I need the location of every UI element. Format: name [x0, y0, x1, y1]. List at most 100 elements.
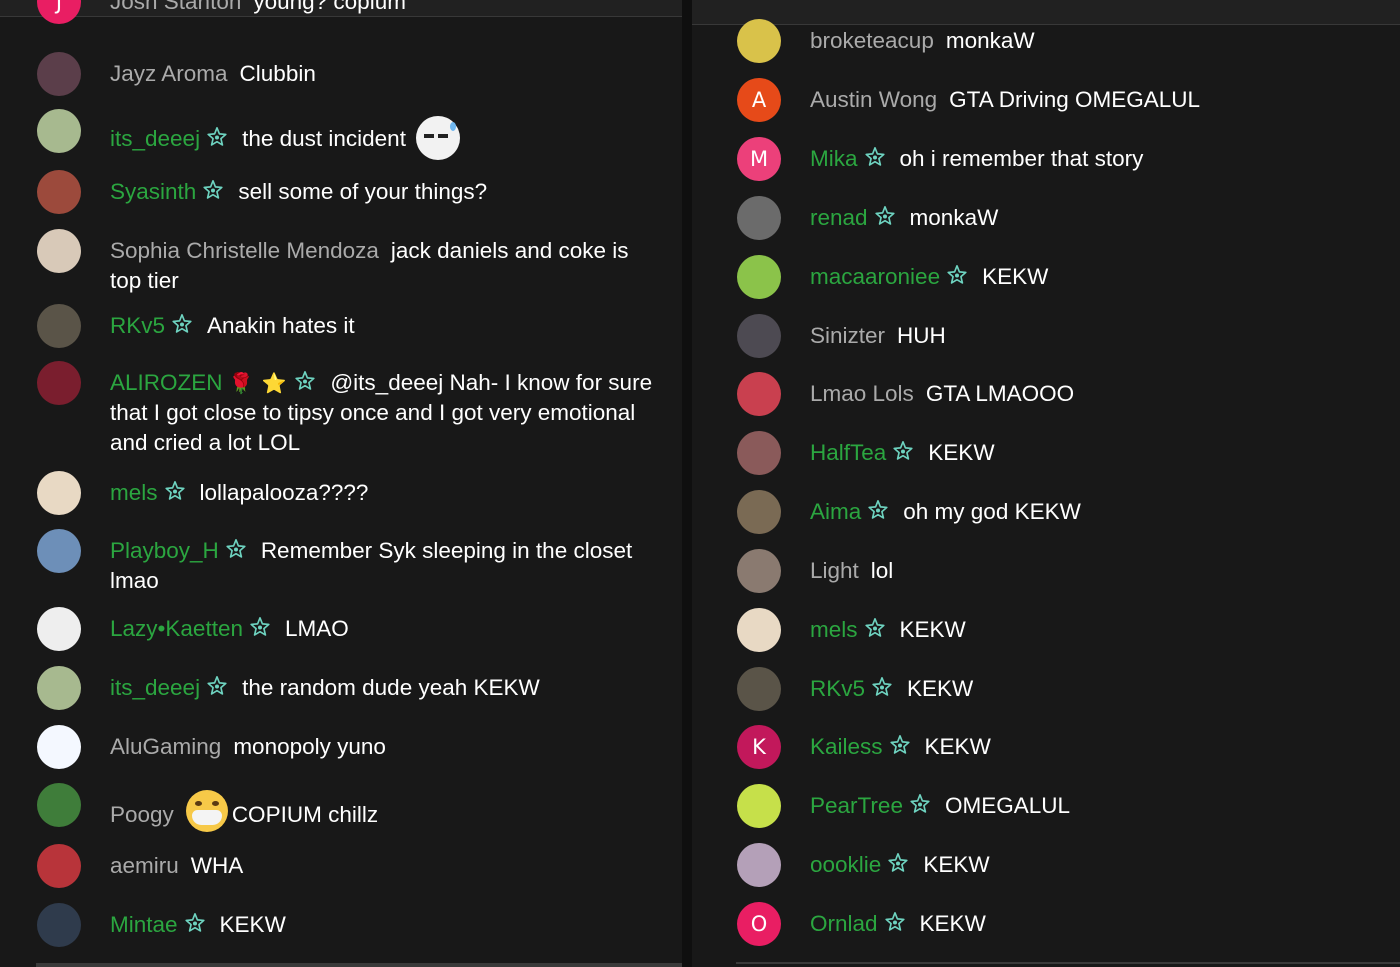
message-text: COPIUM chillz: [231, 802, 379, 827]
author-name[interactable]: Mintae: [110, 912, 178, 937]
chat-message: Poogy COPIUM chillz: [37, 783, 672, 832]
avatar[interactable]: [37, 471, 81, 515]
avatar[interactable]: [737, 314, 781, 358]
message-text: HUH: [897, 323, 946, 348]
message-content: Mika oh i remember that story: [810, 137, 1143, 174]
avatar[interactable]: [37, 903, 81, 947]
chat-scroll-divider: [36, 963, 682, 967]
author-name[interactable]: its_deeej: [110, 675, 200, 700]
avatar[interactable]: [37, 666, 81, 710]
avatar[interactable]: [37, 529, 81, 573]
avatar[interactable]: [737, 19, 781, 63]
author-name[interactable]: RKv5: [110, 313, 165, 338]
message-text: Anakin hates it: [207, 313, 355, 338]
author-name[interactable]: Playboy_H: [110, 538, 219, 563]
author-name[interactable]: Poogy: [110, 802, 174, 827]
member-badge-icon: [864, 147, 885, 166]
avatar[interactable]: [37, 229, 81, 273]
avatar[interactable]: [737, 549, 781, 593]
member-badge-icon: [207, 127, 227, 146]
message-text: sell some of your things?: [238, 179, 488, 204]
author-name[interactable]: renad: [810, 205, 868, 230]
avatar[interactable]: J: [37, 0, 81, 24]
member-badge-icon: [884, 912, 905, 931]
message-content: Kailess KEKW: [810, 725, 991, 762]
author-name[interactable]: Ornlad: [810, 911, 878, 936]
avatar[interactable]: [737, 255, 781, 299]
chat-message: macaaroniee KEKW: [737, 255, 1387, 299]
avatar[interactable]: [737, 784, 781, 828]
author-name[interactable]: RKv5: [810, 676, 865, 701]
right-chat-panel: broketeacup monkaW A Austin Wong GTA Driving…: [692, 0, 1400, 967]
author-name[interactable]: HalfTea: [810, 440, 886, 465]
message-text: KEKW: [924, 734, 991, 759]
author-name[interactable]: mels: [810, 617, 858, 642]
message-text: GTA LMAOOO: [925, 381, 1075, 406]
author-name[interactable]: Lazy•Kaetten: [110, 616, 243, 641]
avatar[interactable]: [737, 431, 781, 475]
member-badge-icon: [184, 913, 205, 932]
avatar[interactable]: [37, 725, 81, 769]
author-name[interactable]: AluGaming: [110, 734, 221, 759]
avatar[interactable]: [737, 843, 781, 887]
message-text: GTA Driving OMEGALUL: [949, 87, 1201, 112]
chat-message: M Mika oh i remember that story: [737, 137, 1387, 181]
avatar[interactable]: K: [737, 725, 781, 769]
author-name[interactable]: Kailess: [810, 734, 883, 759]
message-text: KEKW: [919, 911, 986, 936]
author-name[interactable]: PearTree: [810, 793, 903, 818]
chat-message: ALIROZEN 🌹 ⭐ @its_deeej Nah- I know for sur…: [37, 361, 672, 458]
chat-message: HalfTea KEKW: [737, 431, 1387, 475]
message-content: broketeacup monkaW: [810, 19, 1035, 56]
avatar[interactable]: [37, 783, 81, 827]
message-text: monopoly yuno: [233, 734, 386, 759]
author-name[interactable]: Sinizter: [810, 323, 885, 348]
author-name[interactable]: ALIROZEN: [110, 370, 223, 395]
avatar[interactable]: [37, 52, 81, 96]
author-name[interactable]: aemiru: [110, 853, 179, 878]
message-content: Poogy COPIUM chillz: [110, 783, 378, 832]
member-badge-icon: [226, 539, 246, 558]
avatar[interactable]: M: [737, 137, 781, 181]
chat-message: J Josh Stanton young? copium: [37, 0, 672, 24]
chat-message: O Ornlad KEKW: [737, 902, 1387, 946]
avatar[interactable]: [737, 667, 781, 711]
author-name[interactable]: mels: [110, 480, 158, 505]
avatar[interactable]: [737, 608, 781, 652]
author-name[interactable]: Jayz Aroma: [110, 61, 228, 86]
avatar[interactable]: O: [737, 902, 781, 946]
avatar[interactable]: A: [737, 78, 781, 122]
message-content: Lazy•Kaetten LMAO: [110, 607, 349, 644]
message-content: RKv5 KEKW: [810, 667, 973, 704]
message-content: PearTree OMEGALUL: [810, 784, 1070, 821]
author-name[interactable]: Austin Wong: [810, 87, 937, 112]
message-content: its_deeej the dust incident: [110, 109, 460, 160]
author-name[interactable]: Syasinth: [110, 179, 196, 204]
avatar[interactable]: [37, 304, 81, 348]
avatar[interactable]: [37, 607, 81, 651]
author-name[interactable]: Aima: [810, 499, 861, 524]
author-name[interactable]: Josh Stanton: [110, 0, 241, 14]
avatar[interactable]: [37, 109, 81, 153]
avatar[interactable]: [737, 372, 781, 416]
chat-scroll-divider: [736, 962, 1400, 964]
message-text: OMEGALUL: [944, 793, 1071, 818]
author-name[interactable]: broketeacup: [810, 28, 934, 53]
avatar[interactable]: [37, 361, 81, 405]
author-name[interactable]: Sophia Christelle Mendoza: [110, 238, 379, 263]
author-name[interactable]: oooklie: [810, 852, 881, 877]
author-name[interactable]: macaaroniee: [810, 264, 940, 289]
author-name[interactable]: Lmao Lols: [810, 381, 914, 406]
author-name[interactable]: Light: [810, 558, 859, 583]
author-name[interactable]: Mika: [810, 146, 858, 171]
panel-divider: [682, 0, 692, 967]
avatar[interactable]: [737, 490, 781, 534]
left-chat-panel: J Josh Stanton young? copium Jayz Aroma Club…: [0, 0, 682, 967]
member-badge-icon: [207, 676, 227, 695]
author-name[interactable]: its_deeej: [110, 126, 200, 151]
avatar[interactable]: [737, 196, 781, 240]
avatar[interactable]: [37, 170, 81, 214]
message-content: Mintae KEKW: [110, 903, 286, 940]
message-content: Austin Wong GTA Driving OMEGALUL: [810, 78, 1200, 115]
avatar[interactable]: [37, 844, 81, 888]
